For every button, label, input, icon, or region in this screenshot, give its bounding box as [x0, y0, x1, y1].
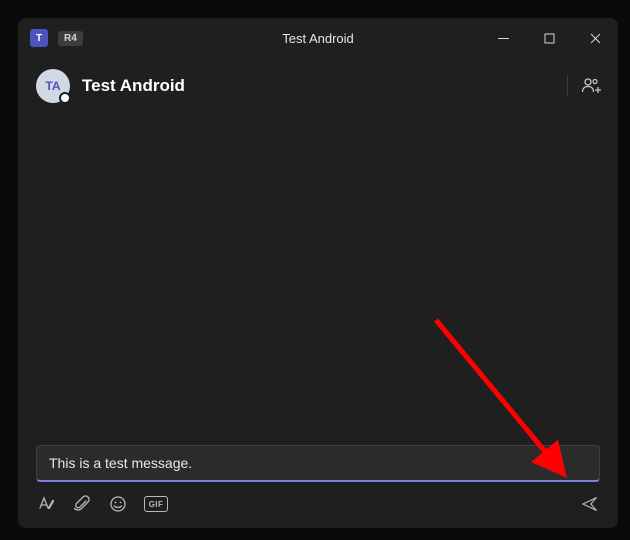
- compose-area: This is a test message.: [18, 445, 618, 486]
- teams-app-icon: T: [30, 29, 48, 47]
- chat-window: T R4 Test Android TA Test Android: [18, 18, 618, 528]
- maximize-button[interactable]: [526, 18, 572, 58]
- close-button[interactable]: [572, 18, 618, 58]
- emoji-button[interactable]: [108, 494, 128, 514]
- format-icon: [37, 495, 55, 513]
- titlebar: T R4 Test Android: [18, 18, 618, 58]
- compose-toolbar: GIF: [18, 486, 618, 528]
- window-controls: [480, 18, 618, 58]
- gif-button[interactable]: GIF: [144, 496, 168, 512]
- minimize-button[interactable]: [480, 18, 526, 58]
- chat-title: Test Android: [82, 76, 185, 96]
- header-actions: [567, 75, 602, 97]
- separator: [567, 75, 568, 97]
- profile-badge[interactable]: R4: [58, 31, 83, 46]
- message-input[interactable]: This is a test message.: [36, 445, 600, 482]
- send-button[interactable]: [580, 494, 600, 514]
- close-icon: [590, 33, 601, 44]
- messages-area: [18, 114, 618, 445]
- emoji-icon: [109, 495, 127, 513]
- chat-header: TA Test Android: [18, 58, 618, 114]
- people-add-icon: [582, 77, 602, 95]
- app-glyph: T: [36, 33, 42, 44]
- format-button[interactable]: [36, 494, 56, 514]
- avatar-initials: TA: [45, 79, 60, 93]
- paperclip-icon: [73, 495, 91, 513]
- minimize-icon: [498, 33, 509, 44]
- presence-indicator: [59, 92, 71, 104]
- attach-button[interactable]: [72, 494, 92, 514]
- send-icon: [581, 495, 599, 513]
- maximize-icon: [544, 33, 555, 44]
- avatar[interactable]: TA: [36, 69, 70, 103]
- add-people-button[interactable]: [582, 77, 602, 95]
